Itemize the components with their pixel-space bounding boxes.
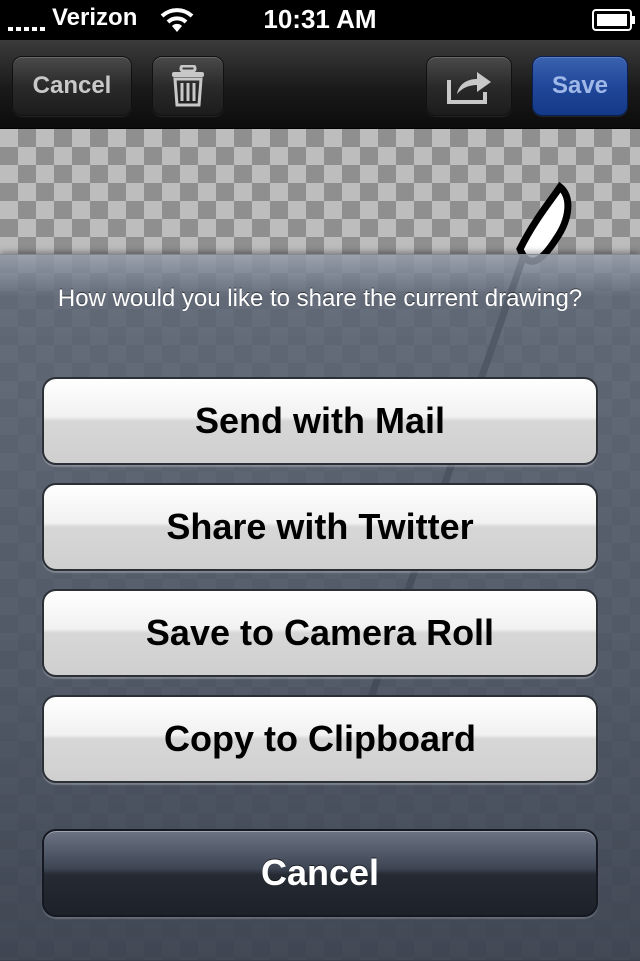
toolbar-cancel-button[interactable]: Cancel	[12, 56, 132, 116]
share-icon	[447, 72, 491, 104]
action-sheet-title: How would you like to share the current …	[57, 285, 583, 312]
share-with-twitter-button[interactable]: Share with Twitter	[42, 483, 598, 571]
action-sheet-cancel-button[interactable]: Cancel	[42, 829, 598, 917]
share-action-sheet: How would you like to share the current …	[0, 254, 640, 961]
toolbar: Cancel Save	[0, 40, 640, 129]
battery-icon	[592, 9, 635, 31]
clock: 10:31 AM	[263, 4, 377, 34]
trash-button[interactable]	[152, 56, 224, 116]
save-to-camera-roll-button[interactable]: Save to Camera Roll	[42, 589, 598, 677]
copy-to-clipboard-button[interactable]: Copy to Clipboard	[42, 695, 598, 783]
send-with-mail-button[interactable]: Send with Mail	[42, 377, 598, 465]
status-bar: Verizon 10:31 AM	[0, 0, 640, 40]
toolbar-save-button[interactable]: Save	[532, 56, 628, 116]
trash-icon	[172, 65, 204, 107]
share-button[interactable]	[426, 56, 512, 116]
